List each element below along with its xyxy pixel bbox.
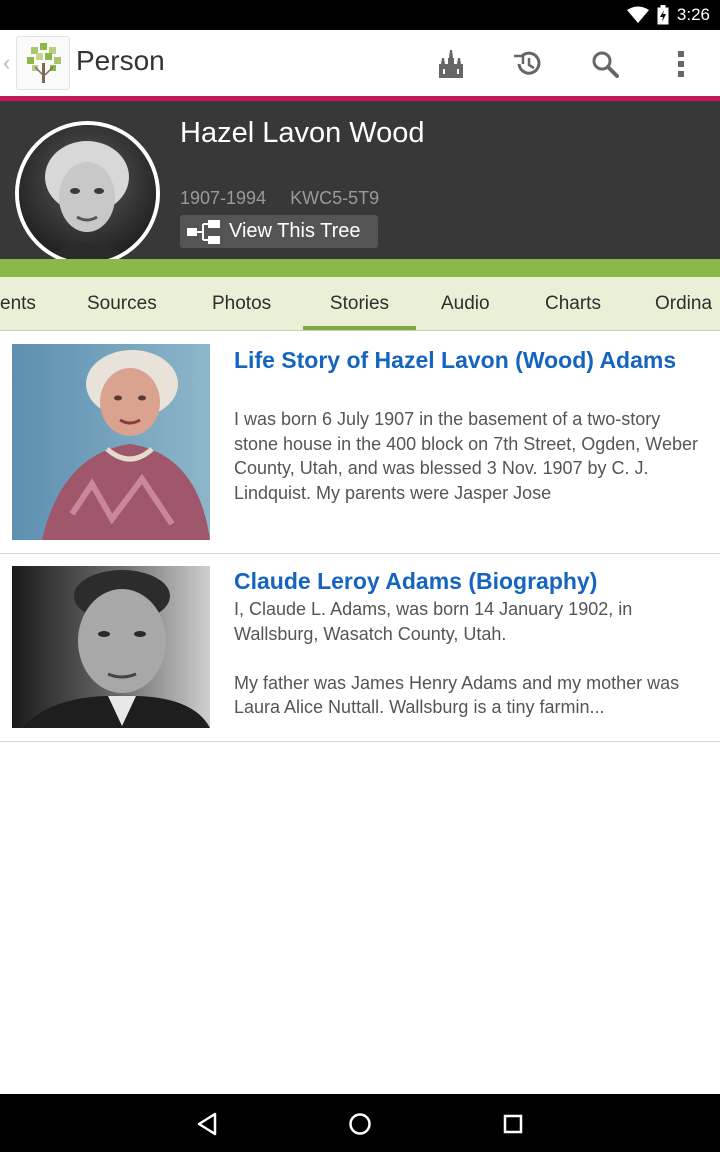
person-lifespan: 1907-1994 [180, 188, 267, 208]
story-thumbnail [12, 566, 210, 728]
search-button[interactable] [585, 44, 625, 84]
list-item[interactable]: Life Story of Hazel Lavon (Wood) Adams I… [0, 332, 720, 554]
nav-back-button[interactable] [189, 1106, 225, 1142]
green-accent-bar [0, 259, 720, 277]
story-thumbnail [12, 344, 210, 540]
tab-stories[interactable]: Stories [303, 277, 416, 330]
tab-sources[interactable]: Sources [87, 277, 157, 330]
person-header: Hazel Lavon Wood 1907-1994 KWC5-5T9 View… [0, 101, 720, 266]
home-circle-icon [349, 1113, 371, 1135]
story-title[interactable]: Claude Leroy Adams (Biography) [234, 565, 704, 597]
tab-audio[interactable]: Audio [441, 277, 490, 330]
person-portrait[interactable] [15, 121, 160, 266]
tab-ordinances[interactable]: Ordina [655, 277, 712, 330]
status-time: 3:26 [676, 5, 710, 24]
person-name: Hazel Lavon Wood [180, 117, 425, 149]
pedigree-icon [187, 219, 220, 244]
family-tree-logo-icon[interactable] [16, 36, 70, 90]
tab-charts[interactable]: Charts [545, 277, 601, 330]
overflow-menu-button[interactable] [661, 44, 701, 84]
nav-recents-button[interactable] [495, 1106, 531, 1142]
tab-events[interactable]: ents [0, 277, 36, 330]
more-vert-icon [678, 51, 684, 77]
status-bar: 3:26 [0, 0, 720, 30]
temple-icon [439, 50, 463, 78]
search-icon [592, 51, 619, 78]
story-excerpt: I was born 6 July 1907 in the basement o… [234, 409, 698, 503]
history-button[interactable] [508, 44, 548, 84]
temple-button[interactable] [431, 44, 471, 84]
back-triangle-icon [197, 1112, 217, 1136]
nav-home-button[interactable] [342, 1106, 378, 1142]
story-title[interactable]: Life Story of Hazel Lavon (Wood) Adams [234, 344, 704, 376]
history-icon [514, 51, 541, 75]
tab-photos[interactable]: Photos [212, 277, 271, 330]
system-nav-bar [0, 1094, 720, 1152]
view-tree-button[interactable]: View This Tree [180, 215, 378, 248]
page-title: Person [76, 45, 165, 76]
up-chevron-icon[interactable]: ‹ [3, 50, 10, 76]
battery-icon [657, 5, 669, 25]
wifi-icon [626, 6, 649, 23]
view-tree-label: View This Tree [229, 220, 361, 242]
person-meta: 1907-1994 KWC5-5T9 [180, 188, 379, 209]
tab-bar: ents Sources Photos Stories Audio Charts… [0, 277, 720, 331]
status-icons: 3:26 [626, 0, 710, 30]
person-id: KWC5-5T9 [290, 188, 380, 208]
app-bar: ‹ Person [0, 30, 720, 96]
recents-square-icon [503, 1114, 523, 1134]
story-excerpt: I, Claude L. Adams, was born 14 January … [234, 599, 680, 717]
list-item[interactable]: Claude Leroy Adams (Biography) I, Claude… [0, 554, 720, 742]
